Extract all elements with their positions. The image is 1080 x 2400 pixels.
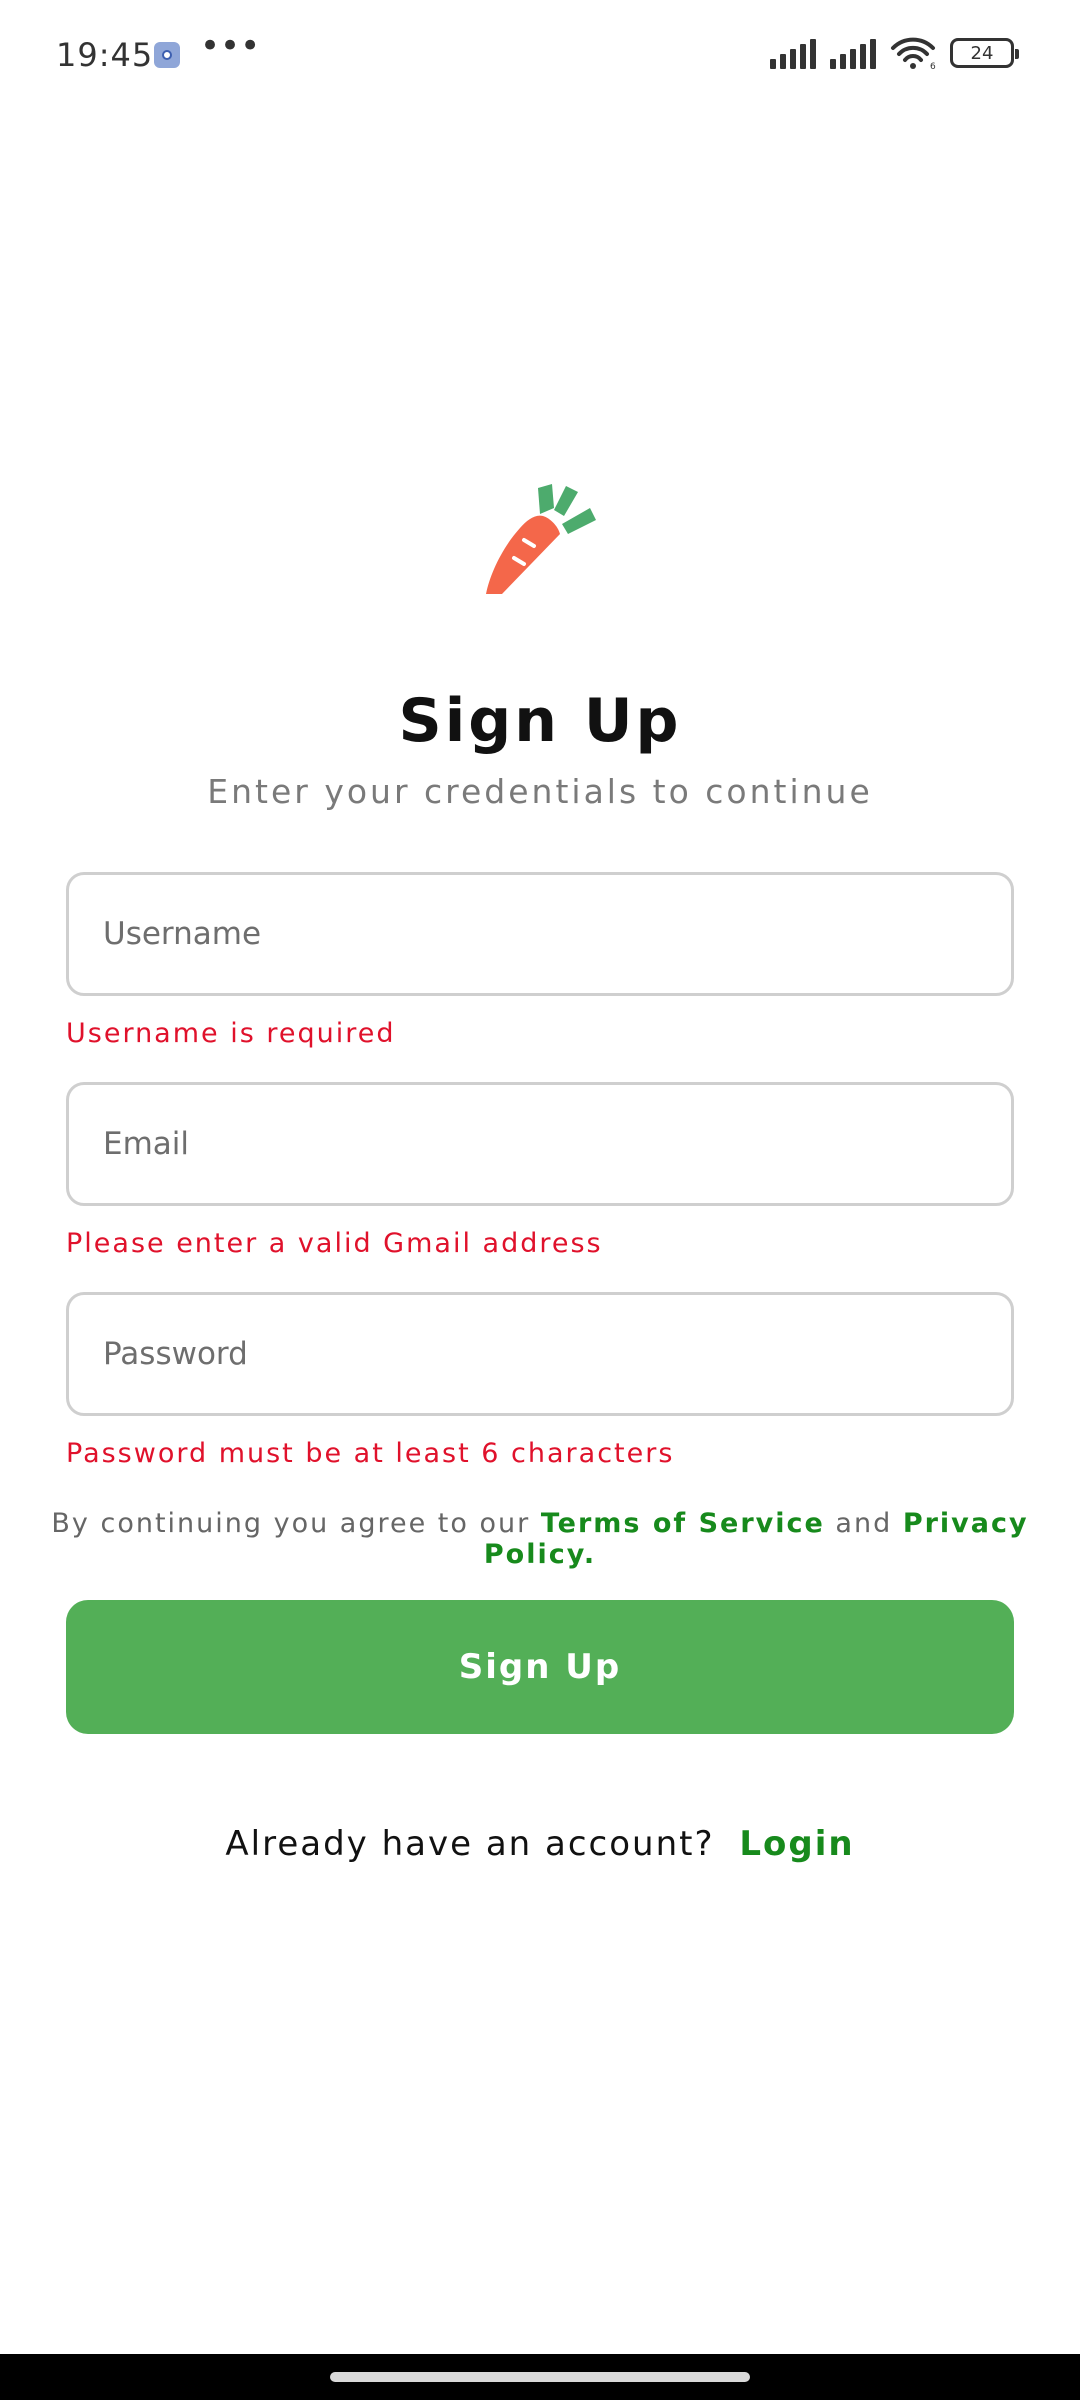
system-nav-bar [0, 2354, 1080, 2400]
login-prompt: Already have an account? [225, 1824, 715, 1864]
wifi-icon: 6 [891, 37, 936, 70]
more-dots-icon: ••• [200, 26, 261, 66]
status-icons: 6 24 [770, 36, 1019, 70]
signup-screen: 19:45 ••• 6 24 Sign Up Enter your creden… [0, 0, 1080, 2400]
battery-level: 24 [970, 42, 994, 64]
status-time: 19:45 [56, 36, 154, 74]
terms-of-service-link[interactable]: Terms of Service [541, 1508, 825, 1539]
email-field[interactable] [66, 1082, 1014, 1206]
password-error: Password must be at least 6 characters [66, 1438, 675, 1469]
signup-button[interactable]: Sign Up [66, 1600, 1014, 1734]
login-link[interactable]: Login [739, 1824, 854, 1864]
username-error: Username is required [66, 1018, 396, 1049]
password-field[interactable] [66, 1292, 1014, 1416]
login-prompt-row: Already have an account? Login [0, 1824, 1080, 1864]
cell-signal-icon-2 [830, 37, 876, 69]
app-notification-icon [154, 42, 180, 68]
wifi-label: 6 [930, 62, 936, 70]
username-input[interactable] [103, 916, 1011, 952]
username-field[interactable] [66, 872, 1014, 996]
email-error: Please enter a valid Gmail address [66, 1228, 603, 1259]
carrot-logo-icon [486, 484, 596, 594]
page-title: Sign Up [398, 686, 682, 756]
email-input[interactable] [103, 1126, 1011, 1162]
home-indicator[interactable] [330, 2372, 750, 2382]
page-subtitle: Enter your credentials to continue [207, 772, 873, 811]
password-input[interactable] [103, 1336, 1011, 1372]
terms-and: and [835, 1508, 893, 1539]
cell-signal-icon [770, 37, 816, 69]
battery-icon: 24 [950, 38, 1019, 68]
terms-prefix: By continuing you agree to our [51, 1508, 531, 1539]
status-bar: 19:45 ••• 6 24 [0, 0, 1080, 110]
terms-text: By continuing you agree to our Terms of … [0, 1508, 1080, 1570]
